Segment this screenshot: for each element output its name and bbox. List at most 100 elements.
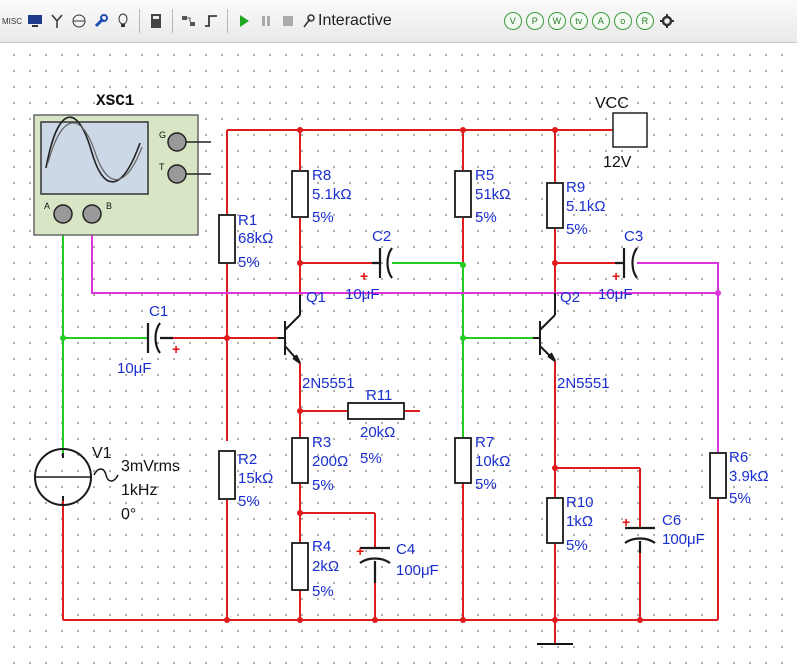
r3-value: 200Ω: [312, 453, 348, 470]
r10-value: 1kΩ: [566, 513, 593, 530]
misc-icon[interactable]: MISC: [2, 8, 22, 34]
r6-value: 3.9kΩ: [729, 468, 769, 485]
toolbar-separator: [172, 9, 173, 33]
resistor-r3: [291, 437, 309, 484]
resistor-r6: [709, 452, 727, 499]
probe-watt-icon[interactable]: W: [547, 12, 566, 30]
toolbar-separator: [139, 9, 140, 33]
r9-tol: 5%: [566, 221, 588, 238]
c4-value: 100μF: [396, 562, 439, 579]
r7-name: R7: [475, 434, 494, 451]
pin-g-label: G: [159, 130, 166, 140]
junctions-green: [60, 262, 466, 341]
q1-name: Q1: [306, 289, 326, 306]
interactive-mode-button[interactable]: Interactive: [301, 8, 392, 34]
transistor-q1[interactable]: [278, 295, 301, 364]
r11-value: 20kΩ: [360, 424, 395, 441]
antenna-icon[interactable]: [48, 8, 66, 34]
r3-tol: 5%: [312, 477, 334, 494]
c1-name: C1: [149, 303, 168, 320]
schematic-canvas[interactable]: XSC1 G T A B VCC 12V R1 68kΩ 5% R2 15kΩ …: [0, 43, 797, 668]
vcc-source[interactable]: VCC 12V: [595, 95, 648, 171]
resistor-r10: [546, 497, 564, 544]
pause-icon[interactable]: [257, 8, 275, 34]
capacitor-c4: [359, 546, 391, 583]
resistor-r8: [291, 170, 309, 218]
r11-tol: 5%: [360, 450, 382, 467]
q2-name: Q2: [560, 289, 580, 306]
v1-frequency: 1kHz: [121, 482, 157, 499]
pin-b-label: B: [106, 201, 112, 211]
pin-t-label: T: [159, 162, 165, 172]
r11-name: R11: [366, 387, 392, 404]
capacitor-c6: [624, 526, 656, 553]
v1-phase: 0°: [121, 506, 136, 523]
schematic: XSC1 G T A B VCC 12V R1 68kΩ 5% R2 15kΩ …: [33, 92, 769, 645]
capacitor-c1: [146, 322, 173, 354]
c6-value: 100μF: [662, 531, 705, 548]
q2-model: 2N5551: [557, 375, 610, 392]
r9-value: 5.1kΩ: [566, 198, 606, 215]
c6-name: C6: [662, 512, 681, 529]
toolbar: MISC Interactive V P W tv A o R: [0, 0, 797, 43]
lightbulb-icon[interactable]: [114, 8, 132, 34]
r4-value: 2kΩ: [312, 558, 339, 575]
r1-value: 68kΩ: [238, 230, 273, 247]
v1-amplitude: 3mVrms: [121, 458, 180, 475]
r6-name: R6: [729, 449, 748, 466]
c1-polarity: +: [172, 341, 180, 357]
q1-model: 2N5551: [302, 375, 355, 392]
bus-icon[interactable]: [180, 8, 198, 34]
meter-icon[interactable]: [147, 8, 165, 34]
c2-name: C2: [372, 228, 391, 245]
resistor-r11: [347, 402, 405, 420]
transistor-q2[interactable]: [533, 293, 556, 362]
r6-tol: 5%: [729, 490, 751, 507]
r4-tol: 5%: [312, 583, 334, 600]
probe-icon[interactable]: [70, 8, 88, 34]
resistor-r5: [454, 170, 472, 218]
resistor-r2: [218, 450, 236, 500]
c2-polarity: +: [360, 268, 368, 284]
stop-icon[interactable]: [279, 8, 297, 34]
monitor-icon[interactable]: [26, 8, 44, 34]
probe-voltage-icon[interactable]: V: [503, 12, 522, 30]
probe-reference-icon[interactable]: R: [635, 12, 654, 30]
pin-a-label: A: [44, 201, 50, 211]
c3-polarity: +: [612, 268, 620, 284]
resistor-r1: [218, 214, 236, 264]
c1-value: 10μF: [117, 360, 152, 377]
gear-icon[interactable]: [658, 8, 676, 34]
r5-value: 51kΩ: [475, 186, 510, 203]
v1-name: V1: [92, 445, 112, 462]
probe-digital-icon[interactable]: o: [613, 12, 632, 30]
r5-tol: 5%: [475, 209, 497, 226]
resistor-r4: [291, 542, 309, 591]
wrench-icon[interactable]: [92, 8, 110, 34]
run-icon[interactable]: [235, 8, 253, 34]
probe-transient-icon[interactable]: tv: [569, 12, 588, 30]
c3-name: C3: [624, 228, 643, 245]
r9-name: R9: [566, 179, 585, 196]
vcc-value: 12V: [603, 154, 632, 171]
r3-name: R3: [312, 434, 331, 451]
r5-name: R5: [475, 167, 494, 184]
oscilloscope-xsc1[interactable]: XSC1 G T A B: [33, 92, 211, 236]
r1-name: R1: [238, 212, 257, 229]
r1-tol: 5%: [238, 254, 260, 271]
r8-value: 5.1kΩ: [312, 186, 352, 203]
wrench-icon: [303, 14, 315, 28]
r10-tol: 5%: [566, 537, 588, 554]
probe-current-icon[interactable]: A: [591, 12, 610, 30]
r10-name: R10: [566, 494, 594, 511]
toolbar-separator: [227, 9, 228, 33]
c4-name: C4: [396, 541, 415, 558]
r8-name: R8: [312, 167, 331, 184]
oscilloscope-name: XSC1: [96, 92, 134, 110]
probe-power-icon[interactable]: P: [525, 12, 544, 30]
capacitor-c2: [372, 247, 393, 279]
junctions-magenta: [715, 290, 721, 296]
r4-name: R4: [312, 538, 331, 555]
c3-value: 10μF: [598, 286, 633, 303]
pulse-icon[interactable]: [202, 8, 220, 34]
